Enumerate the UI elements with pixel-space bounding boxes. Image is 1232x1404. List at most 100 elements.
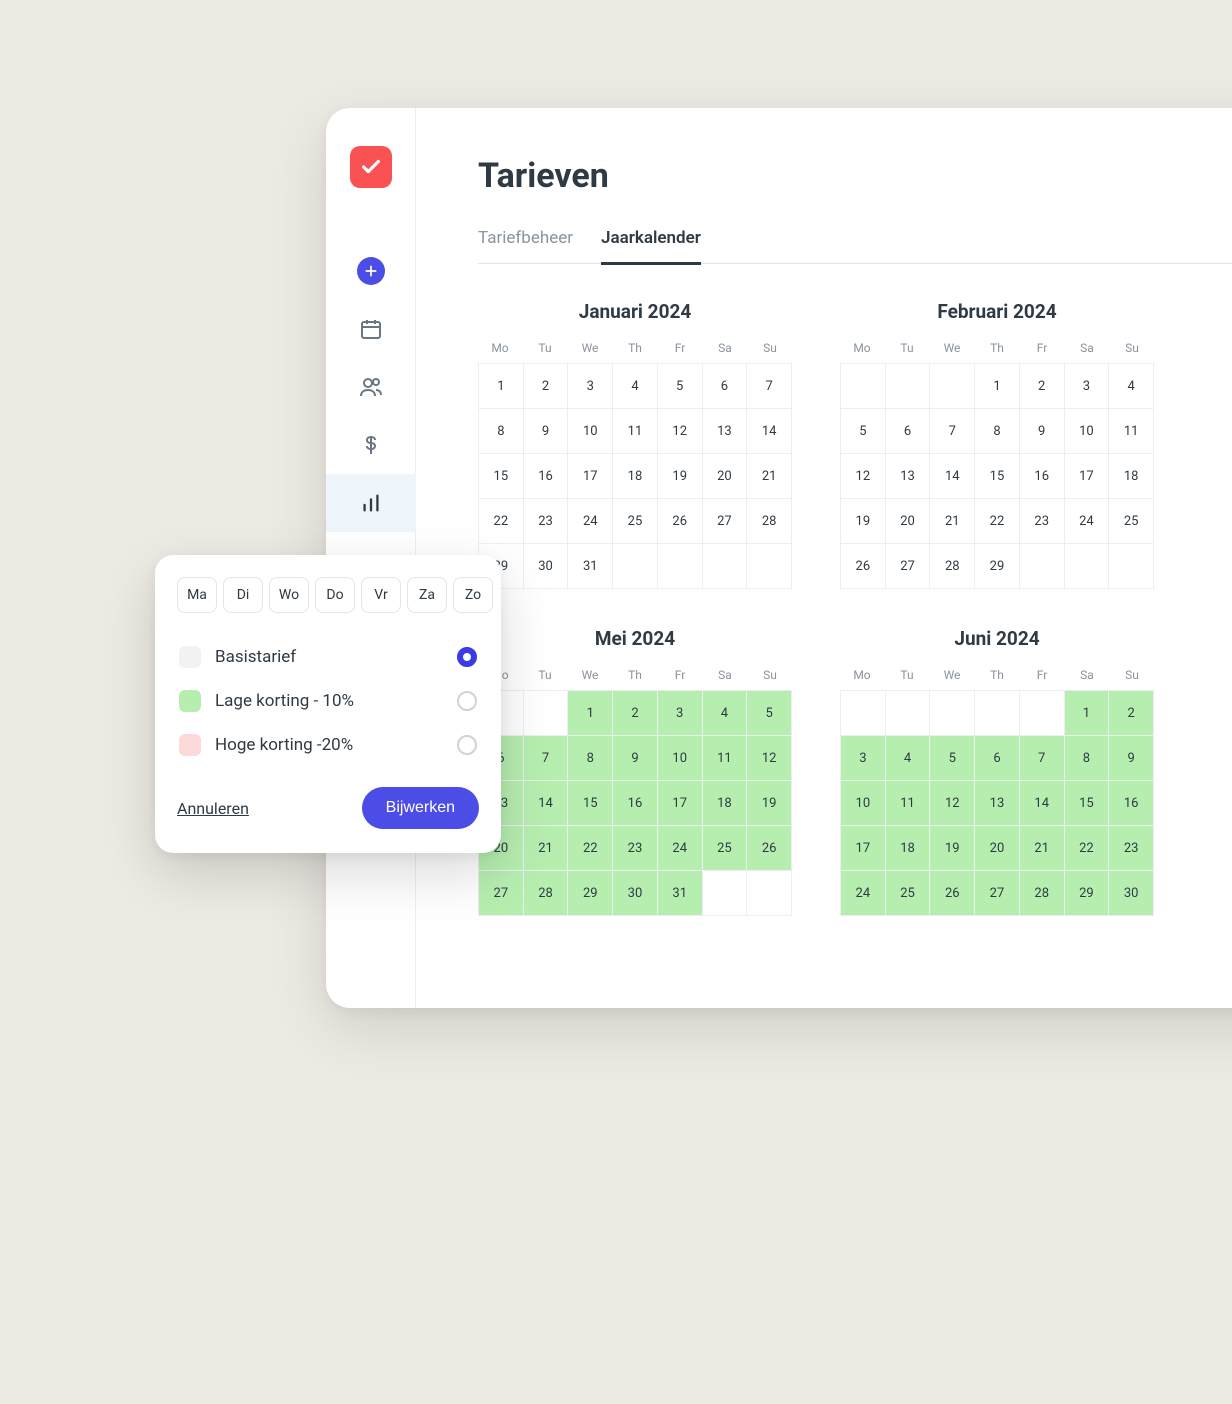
day-cell[interactable]: 26 [930, 871, 974, 915]
day-cell[interactable]: 15 [479, 454, 523, 498]
day-cell[interactable]: 28 [747, 499, 791, 543]
day-cell[interactable]: 20 [703, 454, 747, 498]
day-cell[interactable]: 4 [613, 364, 657, 408]
day-cell[interactable]: 27 [479, 871, 523, 915]
day-cell[interactable]: 26 [658, 499, 702, 543]
day-cell[interactable]: 7 [524, 736, 568, 780]
day-cell[interactable]: 6 [703, 364, 747, 408]
day-cell[interactable]: 2 [1109, 691, 1153, 735]
day-cell[interactable]: 1 [568, 691, 612, 735]
day-cell[interactable]: 1 [1065, 691, 1109, 735]
day-cell[interactable]: 8 [1065, 736, 1109, 780]
sidebar-pricing[interactable] [326, 416, 416, 474]
day-cell[interactable]: 29 [1065, 871, 1109, 915]
day-cell[interactable]: 16 [613, 781, 657, 825]
sidebar-analytics[interactable] [326, 474, 416, 532]
day-cell[interactable]: 23 [613, 826, 657, 870]
day-cell[interactable]: 4 [886, 736, 930, 780]
day-cell[interactable]: 26 [841, 544, 885, 588]
sidebar-add[interactable] [326, 242, 416, 300]
day-cell[interactable]: 18 [886, 826, 930, 870]
day-cell[interactable]: 26 [747, 826, 791, 870]
day-cell[interactable]: 4 [1109, 364, 1153, 408]
day-cell[interactable]: 23 [524, 499, 568, 543]
day-cell[interactable]: 22 [479, 499, 523, 543]
radio-hoge-korting[interactable] [457, 735, 477, 755]
day-cell[interactable]: 1 [479, 364, 523, 408]
day-cell[interactable]: 24 [568, 499, 612, 543]
cancel-link[interactable]: Annuleren [177, 799, 249, 818]
day-cell[interactable]: 22 [975, 499, 1019, 543]
day-cell[interactable]: 19 [658, 454, 702, 498]
day-btn-wo[interactable]: Wo [269, 577, 309, 613]
day-cell[interactable]: 30 [1109, 871, 1153, 915]
day-cell[interactable]: 20 [975, 826, 1019, 870]
day-cell[interactable]: 27 [886, 544, 930, 588]
day-cell[interactable]: 30 [524, 544, 568, 588]
day-cell[interactable]: 6 [975, 736, 1019, 780]
day-btn-ma[interactable]: Ma [177, 577, 217, 613]
day-cell[interactable]: 11 [613, 409, 657, 453]
day-cell[interactable]: 8 [479, 409, 523, 453]
day-cell[interactable]: 5 [930, 736, 974, 780]
day-cell[interactable]: 2 [1020, 364, 1064, 408]
radio-basistarief[interactable] [457, 647, 477, 667]
day-cell[interactable]: 8 [568, 736, 612, 780]
day-cell[interactable]: 12 [841, 454, 885, 498]
day-cell[interactable]: 3 [841, 736, 885, 780]
day-cell[interactable]: 16 [524, 454, 568, 498]
day-cell[interactable]: 11 [886, 781, 930, 825]
day-cell[interactable]: 12 [658, 409, 702, 453]
day-cell[interactable]: 16 [1020, 454, 1064, 498]
day-cell[interactable]: 17 [841, 826, 885, 870]
day-cell[interactable]: 19 [841, 499, 885, 543]
day-cell[interactable]: 5 [658, 364, 702, 408]
day-cell[interactable]: 18 [613, 454, 657, 498]
sidebar-users[interactable] [326, 358, 416, 416]
day-cell[interactable]: 6 [886, 409, 930, 453]
day-cell[interactable]: 5 [747, 691, 791, 735]
day-cell[interactable]: 19 [930, 826, 974, 870]
day-cell[interactable]: 9 [1020, 409, 1064, 453]
submit-button[interactable]: Bijwerken [362, 787, 479, 829]
day-cell[interactable]: 27 [975, 871, 1019, 915]
day-cell[interactable]: 3 [658, 691, 702, 735]
day-cell[interactable]: 19 [747, 781, 791, 825]
day-cell[interactable]: 31 [568, 544, 612, 588]
day-btn-di[interactable]: Di [223, 577, 263, 613]
day-cell[interactable]: 13 [703, 409, 747, 453]
day-cell[interactable]: 3 [568, 364, 612, 408]
day-cell[interactable]: 22 [1065, 826, 1109, 870]
day-cell[interactable]: 2 [613, 691, 657, 735]
day-cell[interactable]: 28 [524, 871, 568, 915]
day-cell[interactable]: 13 [886, 454, 930, 498]
day-btn-zo[interactable]: Zo [453, 577, 493, 613]
day-cell[interactable]: 23 [1020, 499, 1064, 543]
day-cell[interactable]: 20 [886, 499, 930, 543]
day-cell[interactable]: 25 [613, 499, 657, 543]
day-cell[interactable]: 10 [841, 781, 885, 825]
day-cell[interactable]: 29 [568, 871, 612, 915]
day-cell[interactable]: 21 [930, 499, 974, 543]
day-cell[interactable]: 10 [658, 736, 702, 780]
day-cell[interactable]: 15 [975, 454, 1019, 498]
day-cell[interactable]: 10 [1065, 409, 1109, 453]
day-cell[interactable]: 22 [568, 826, 612, 870]
day-btn-do[interactable]: Do [315, 577, 355, 613]
day-cell[interactable]: 12 [747, 736, 791, 780]
day-cell[interactable]: 21 [1020, 826, 1064, 870]
day-cell[interactable]: 3 [1065, 364, 1109, 408]
day-cell[interactable]: 12 [930, 781, 974, 825]
day-cell[interactable]: 18 [703, 781, 747, 825]
day-cell[interactable]: 17 [658, 781, 702, 825]
day-cell[interactable]: 31 [658, 871, 702, 915]
day-cell[interactable]: 16 [1109, 781, 1153, 825]
day-cell[interactable]: 21 [524, 826, 568, 870]
tab-tariefbeheer[interactable]: Tariefbeheer [478, 228, 573, 265]
day-btn-vr[interactable]: Vr [361, 577, 401, 613]
day-cell[interactable]: 30 [613, 871, 657, 915]
day-cell[interactable]: 24 [658, 826, 702, 870]
tab-jaarkalender[interactable]: Jaarkalender [601, 228, 701, 265]
day-cell[interactable]: 11 [1109, 409, 1153, 453]
day-cell[interactable]: 13 [975, 781, 1019, 825]
